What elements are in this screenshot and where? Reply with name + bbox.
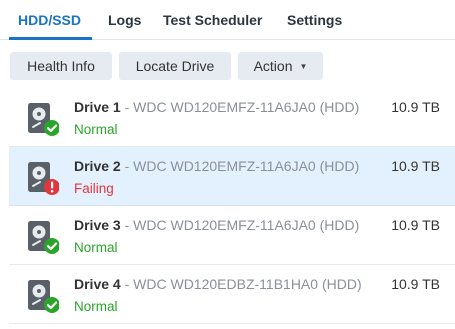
- tab-bar: HDD/SSD Logs Test Scheduler Settings: [0, 0, 455, 40]
- tab-test-scheduler[interactable]: Test Scheduler: [163, 12, 262, 28]
- drive-size: 10.9 TB: [391, 158, 440, 174]
- drive-status: Normal: [74, 240, 118, 255]
- tab-logs[interactable]: Logs: [108, 12, 141, 28]
- hdd-normal-icon: [28, 280, 59, 313]
- drive-name: Drive 1: [74, 99, 121, 115]
- action-label: Action: [253, 58, 293, 74]
- drive-row[interactable]: Drive 4 - WDC WD120EDBZ-11B1HA0 (HDD) 10…: [9, 265, 455, 324]
- locate-drive-button[interactable]: Locate Drive: [119, 52, 231, 80]
- tab-hdd-ssd[interactable]: HDD/SSD: [18, 12, 81, 28]
- drive-name: Drive 2: [74, 158, 121, 174]
- locate-drive-label: Locate Drive: [135, 58, 215, 74]
- drive-size: 10.9 TB: [391, 217, 440, 233]
- drive-size: 10.9 TB: [391, 99, 440, 115]
- drive-model: WDC WD120EDBZ-11B1HA0 (HDD): [133, 276, 362, 292]
- drive-model: WDC WD120EMFZ-11A6JA0 (HDD): [133, 158, 360, 174]
- drive-row[interactable]: Drive 3 - WDC WD120EMFZ-11A6JA0 (HDD) 10…: [9, 206, 455, 265]
- drive-model: WDC WD120EMFZ-11A6JA0 (HDD): [133, 217, 360, 233]
- health-info-button[interactable]: Health Info: [10, 52, 112, 80]
- drive-name: Drive 3: [74, 217, 121, 233]
- hdd-normal-icon: [28, 103, 59, 136]
- action-dropdown-button[interactable]: Action ▼: [238, 52, 323, 80]
- hdd-normal-icon: [28, 221, 59, 254]
- drive-row[interactable]: Drive 1 - WDC WD120EMFZ-11A6JA0 (HDD) 10…: [9, 88, 455, 147]
- drive-size: 10.9 TB: [391, 276, 440, 292]
- drive-title: Drive 2 - WDC WD120EMFZ-11A6JA0 (HDD): [74, 158, 360, 174]
- health-info-label: Health Info: [27, 58, 95, 74]
- drive-row[interactable]: Drive 2 - WDC WD120EMFZ-11A6JA0 (HDD) 10…: [9, 147, 455, 206]
- drive-name: Drive 4: [74, 276, 121, 292]
- drive-title: Drive 3 - WDC WD120EMFZ-11A6JA0 (HDD): [74, 217, 360, 233]
- drive-status: Failing: [74, 181, 114, 196]
- drive-status: Normal: [74, 299, 118, 314]
- drive-model: WDC WD120EMFZ-11A6JA0 (HDD): [133, 99, 360, 115]
- drive-title: Drive 4 - WDC WD120EDBZ-11B1HA0 (HDD): [74, 276, 362, 292]
- drive-title: Drive 1 - WDC WD120EMFZ-11A6JA0 (HDD): [74, 99, 360, 115]
- active-tab-indicator: [9, 37, 92, 40]
- tab-settings[interactable]: Settings: [287, 12, 342, 28]
- caret-down-icon: ▼: [299, 61, 308, 71]
- drive-status: Normal: [74, 122, 118, 137]
- hdd-failing-icon: [28, 162, 59, 195]
